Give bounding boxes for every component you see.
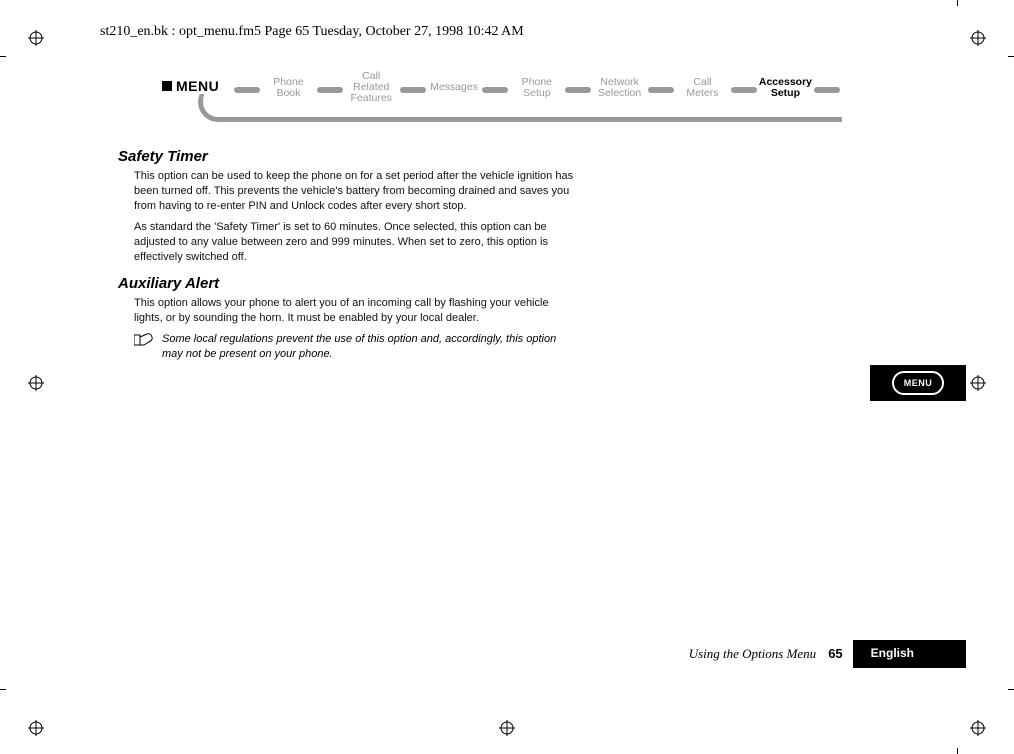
registration-mark-icon	[28, 720, 44, 736]
page-footer: Using the Options Menu 65 English	[681, 640, 966, 668]
paragraph: As standard the 'Safety Timer' is set to…	[134, 220, 578, 265]
ribbon-connector	[482, 87, 508, 93]
heading-auxiliary-alert: Auxiliary Alert	[118, 275, 578, 292]
ribbon-connector	[648, 87, 674, 93]
menu-item-call-meters: Call Meters	[676, 77, 729, 99]
ribbon-connector	[814, 87, 840, 93]
print-hairline	[0, 689, 6, 690]
menu-item-line2: Meters	[676, 88, 729, 99]
menu-item-line1: Phone	[262, 77, 315, 88]
document-header: st210_en.bk : opt_menu.fm5 Page 65 Tuesd…	[100, 24, 524, 40]
ribbon-connector	[234, 87, 260, 93]
footer-page-number: 65	[824, 640, 852, 668]
print-hairline	[957, 0, 958, 6]
side-tab-label: MENU	[892, 371, 944, 395]
menu-label: MENU	[162, 78, 225, 94]
ribbon-connector	[400, 87, 426, 93]
paragraph: This option can be used to keep the phon…	[134, 169, 578, 214]
side-tab-menu: MENU	[870, 365, 966, 401]
menu-items: Phone Book Call Related Features Message…	[232, 71, 842, 104]
note-text: Some local regulations prevent the use o…	[162, 332, 578, 362]
paragraph: This option allows your phone to alert y…	[134, 296, 578, 326]
menu-item-network-selection: Network Selection	[593, 77, 646, 99]
menu-item-line2: Selection	[593, 88, 646, 99]
print-hairline	[957, 748, 958, 754]
note: Some local regulations prevent the use o…	[134, 332, 578, 362]
ribbon-connector	[565, 87, 591, 93]
menu-item-line1: Network	[593, 77, 646, 88]
menu-item-line1: Phone	[510, 77, 563, 88]
registration-mark-icon	[970, 375, 986, 391]
heading-safety-timer: Safety Timer	[118, 148, 578, 165]
menu-item-accessory-setup: Accessory Setup	[759, 77, 812, 99]
menu-label-text: MENU	[176, 78, 219, 94]
registration-mark-icon	[499, 720, 515, 736]
registration-mark-icon	[28, 30, 44, 46]
menu-item-phone-setup: Phone Setup	[510, 77, 563, 99]
menu-item-line1: Accessory	[759, 77, 812, 88]
page-area: MENU Phone Book Call Related Features Me…	[84, 60, 966, 694]
menu-item-line1: Messages	[428, 82, 481, 93]
menu-item-messages: Messages	[428, 82, 481, 93]
menu-square-icon	[162, 81, 172, 91]
menu-item-line2: Setup	[759, 88, 812, 99]
menu-item-line2: Features	[345, 93, 398, 104]
ribbon-connector	[731, 87, 757, 93]
body-content: Safety Timer This option can be used to …	[118, 148, 578, 362]
footer-language: English	[853, 640, 966, 668]
registration-mark-icon	[970, 720, 986, 736]
menu-item-phone-book: Phone Book	[262, 77, 315, 99]
print-hairline	[1008, 56, 1014, 57]
ribbon-connector	[317, 87, 343, 93]
menu-item-line2: Book	[262, 88, 315, 99]
menu-item-line1: Call	[676, 77, 729, 88]
print-hairline	[1008, 689, 1014, 690]
menu-navigation-ribbon: MENU Phone Book Call Related Features Me…	[162, 78, 842, 126]
menu-item-call-related-features: Call Related Features	[345, 71, 398, 104]
menu-item-line1: Call Related	[345, 71, 398, 93]
registration-mark-icon	[28, 375, 44, 391]
note-hand-icon	[134, 332, 156, 362]
menu-item-line2: Setup	[510, 88, 563, 99]
print-hairline	[0, 56, 6, 57]
footer-chapter: Using the Options Menu	[681, 640, 824, 668]
registration-mark-icon	[970, 30, 986, 46]
